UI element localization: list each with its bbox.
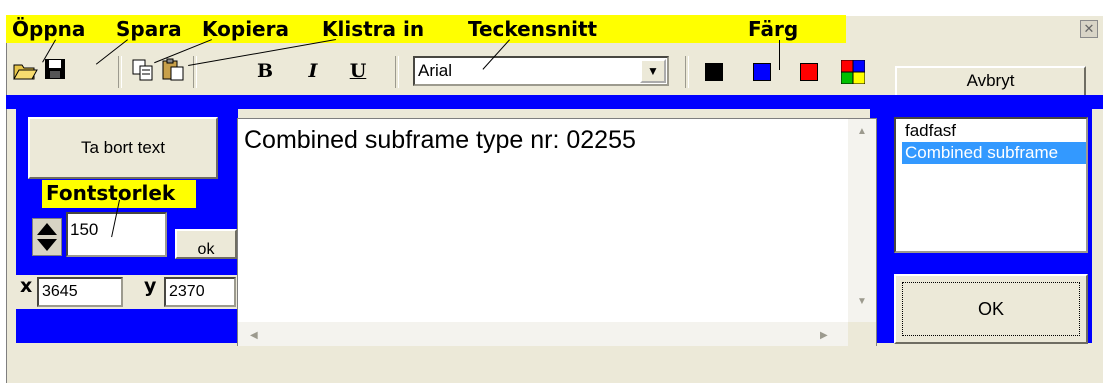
annotation-color: Färg (748, 17, 799, 41)
scroll-down-icon[interactable]: ▼ (857, 296, 867, 307)
toolbar-separator (193, 56, 197, 88)
y-label: y (144, 275, 157, 297)
remove-text-button[interactable]: Ta bort text (28, 117, 218, 179)
copy-icon[interactable] (130, 57, 156, 85)
font-select-value: Arial (418, 61, 453, 80)
open-folder-icon[interactable] (12, 57, 38, 85)
x-label: x (20, 275, 33, 297)
list-item[interactable]: fadfasf (902, 120, 1086, 142)
italic-button[interactable]: I (300, 57, 326, 85)
scrollbar-corner (848, 322, 876, 346)
toolbar-separator (118, 56, 122, 88)
color-blue-swatch[interactable] (753, 63, 771, 81)
scroll-up-icon[interactable]: ▲ (857, 126, 867, 137)
underline-button[interactable]: U (345, 57, 371, 85)
x-coordinate-field[interactable]: 3645 (37, 277, 123, 307)
font-size-spinner[interactable] (32, 218, 62, 256)
status-bar (7, 346, 1103, 383)
color-palette-icon[interactable] (840, 59, 866, 85)
ok-button[interactable]: OK (894, 274, 1088, 344)
paste-icon[interactable] (160, 57, 186, 85)
cancel-button[interactable]: Avbryt (895, 66, 1086, 98)
pointer-line (779, 40, 780, 70)
color-red-swatch[interactable] (800, 63, 818, 81)
color-black-swatch[interactable] (705, 63, 723, 81)
editor-text: Combined subframe type nr: 02255 (244, 126, 636, 154)
font-size-value: 150 (70, 220, 99, 239)
ok-button-label: OK (902, 282, 1080, 336)
annotation-open: Öppna (12, 17, 86, 41)
y-coordinate-field[interactable]: 2370 (164, 277, 236, 307)
vertical-scrollbar[interactable] (848, 119, 876, 322)
save-disk-icon[interactable] (42, 57, 68, 85)
horizontal-scrollbar[interactable] (238, 322, 850, 346)
annotation-paste: Klistra in (322, 17, 425, 41)
chevron-down-icon[interactable]: ▼ (640, 59, 666, 83)
toolbar-separator (395, 56, 399, 88)
list-item-selected[interactable]: Combined subframe (902, 142, 1086, 164)
scroll-left-icon[interactable]: ◀ (250, 330, 258, 341)
scroll-right-icon[interactable]: ▶ (820, 330, 828, 341)
blue-divider (6, 95, 1103, 109)
annotation-copy: Kopiera (202, 17, 289, 41)
close-button[interactable]: ✕ (1080, 20, 1098, 38)
bold-button[interactable]: B (252, 57, 278, 85)
toolbar-separator (685, 56, 689, 88)
font-size-ok-button[interactable]: ok (175, 229, 237, 259)
annotation-font: Teckensnitt (468, 17, 598, 41)
